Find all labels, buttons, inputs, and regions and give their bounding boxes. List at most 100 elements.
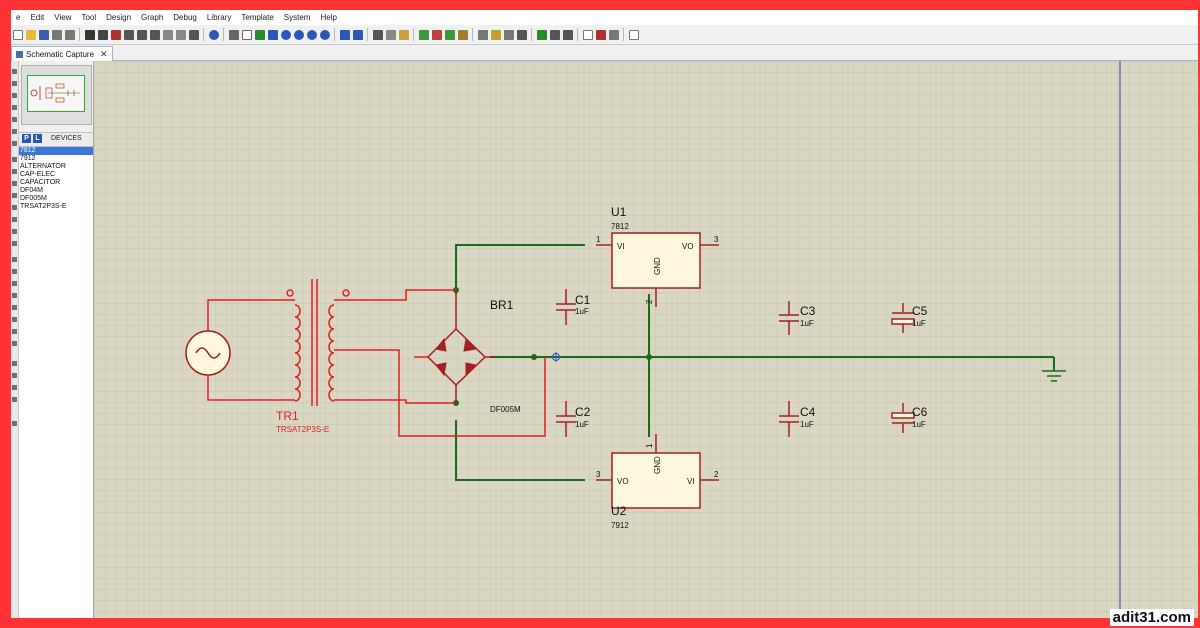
3d-icon[interactable] <box>136 29 147 40</box>
schematic-icon[interactable] <box>97 29 108 40</box>
generator-mode-icon[interactable] <box>12 205 17 210</box>
device-item[interactable]: 7912 <box>19 155 93 163</box>
voltage-probe-icon[interactable] <box>12 217 17 222</box>
mirror-x-icon[interactable] <box>12 385 17 390</box>
path-mode-icon[interactable] <box>12 305 17 310</box>
pcb-icon[interactable] <box>110 29 121 40</box>
pick-device-icon[interactable] <box>477 29 488 40</box>
save-icon[interactable] <box>38 29 49 40</box>
menu-file[interactable]: e <box>11 13 25 22</box>
import-icon[interactable] <box>51 29 62 40</box>
remove-sheet-icon[interactable] <box>595 29 606 40</box>
schematic-canvas[interactable]: U1 7812 VI VO GND 1 3 2 U2 7912 VO VI GN… <box>94 61 1198 618</box>
text-script-mode-icon[interactable] <box>12 117 17 122</box>
menu-edit[interactable]: Edit <box>25 13 49 22</box>
design-explorer-icon[interactable] <box>628 29 639 40</box>
menu-system[interactable]: System <box>279 13 316 22</box>
device-pins-mode-icon[interactable] <box>12 169 17 174</box>
packaging-icon[interactable] <box>503 29 514 40</box>
new-sheet-icon[interactable] <box>582 29 593 40</box>
menu-help[interactable]: Help <box>315 13 341 22</box>
menu-template[interactable]: Template <box>236 13 278 22</box>
buses-mode-icon[interactable] <box>12 129 17 134</box>
device-item[interactable]: DF04M <box>19 187 93 195</box>
overview-viewport[interactable] <box>27 75 85 112</box>
device-list[interactable]: 7812 7912 ALTERNATOR CAP-ELEC CAPACITOR … <box>19 147 93 617</box>
make-device-icon[interactable] <box>490 29 501 40</box>
source-icon[interactable] <box>162 29 173 40</box>
bom-icon[interactable] <box>149 29 160 40</box>
property-tool-icon[interactable] <box>562 29 573 40</box>
rotate-ccw-icon[interactable] <box>12 373 17 378</box>
home-icon[interactable] <box>84 29 95 40</box>
device-item[interactable]: TRSAT2P3S-E <box>19 203 93 211</box>
device-item[interactable]: CAPACITOR <box>19 179 93 187</box>
schematic-drawing[interactable]: U1 7812 VI VO GND 1 3 2 U2 7912 VO VI GN… <box>94 61 1198 618</box>
new-icon[interactable] <box>12 29 23 40</box>
junction-mode-icon[interactable] <box>12 93 17 98</box>
origin-icon[interactable] <box>254 29 265 40</box>
netlist-icon[interactable] <box>175 29 186 40</box>
pick-devices-button[interactable]: P <box>22 134 31 143</box>
redo-icon[interactable] <box>352 29 363 40</box>
menu-tool[interactable]: Tool <box>76 13 101 22</box>
mirror-y-icon[interactable] <box>12 397 17 402</box>
wire-label-mode-icon[interactable] <box>12 105 17 110</box>
virtual-instruments-icon[interactable] <box>12 241 17 246</box>
device-item[interactable]: 7812 <box>19 147 93 155</box>
export-icon[interactable] <box>64 29 75 40</box>
close-icon[interactable]: ✕ <box>100 49 108 60</box>
arc-mode-icon[interactable] <box>12 293 17 298</box>
subcircuit-mode-icon[interactable] <box>12 141 17 146</box>
refresh-icon[interactable] <box>228 29 239 40</box>
device-item[interactable]: ALTERNATOR <box>19 163 93 171</box>
library-manager-button[interactable]: L <box>33 134 42 143</box>
zoom-all-icon[interactable] <box>306 29 317 40</box>
selection-mode-icon[interactable] <box>12 69 17 74</box>
symbol-mode-icon[interactable] <box>12 329 17 334</box>
code-icon[interactable] <box>188 29 199 40</box>
decompose-icon[interactable] <box>516 29 527 40</box>
menu-library[interactable]: Library <box>202 13 236 22</box>
device-item[interactable]: DF005M <box>19 195 93 203</box>
help-icon[interactable] <box>208 29 219 40</box>
block-copy-icon[interactable] <box>418 29 429 40</box>
zoom-area-icon[interactable] <box>319 29 330 40</box>
grid-icon[interactable] <box>241 29 252 40</box>
wire-autorouter-icon[interactable] <box>536 29 547 40</box>
zoom-out-icon[interactable] <box>293 29 304 40</box>
tab-schematic-capture[interactable]: Schematic Capture ✕ <box>11 46 113 61</box>
open-icon[interactable] <box>25 29 36 40</box>
undo-icon[interactable] <box>339 29 350 40</box>
cut-icon[interactable] <box>372 29 383 40</box>
block-move-icon[interactable] <box>431 29 442 40</box>
zoom-in-icon[interactable] <box>280 29 291 40</box>
menu-graph[interactable]: Graph <box>136 13 168 22</box>
overview-window[interactable] <box>21 65 92 125</box>
exit-sheet-icon[interactable] <box>608 29 619 40</box>
graph-mode-icon[interactable] <box>12 181 17 186</box>
play-icon[interactable] <box>12 421 17 426</box>
text-mode-icon[interactable] <box>12 317 17 322</box>
marker-mode-icon[interactable] <box>12 341 17 346</box>
gerber-icon[interactable] <box>123 29 134 40</box>
copy-icon[interactable] <box>385 29 396 40</box>
block-rotate-icon[interactable] <box>444 29 455 40</box>
device-item[interactable]: CAP-ELEC <box>19 171 93 179</box>
paste-icon[interactable] <box>398 29 409 40</box>
component-mode-icon[interactable] <box>12 81 17 86</box>
ac-source-icon[interactable] <box>185 330 231 376</box>
box-mode-icon[interactable] <box>12 269 17 274</box>
tape-recorder-mode-icon[interactable] <box>12 193 17 198</box>
rotate-cw-icon[interactable] <box>12 361 17 366</box>
block-delete-icon[interactable] <box>457 29 468 40</box>
current-probe-icon[interactable] <box>12 229 17 234</box>
terminals-mode-icon[interactable] <box>12 157 17 162</box>
menu-debug[interactable]: Debug <box>168 13 202 22</box>
pan-icon[interactable] <box>267 29 278 40</box>
line-mode-icon[interactable] <box>12 257 17 262</box>
menu-design[interactable]: Design <box>101 13 136 22</box>
circle-mode-icon[interactable] <box>12 281 17 286</box>
search-icon[interactable] <box>549 29 560 40</box>
menu-view[interactable]: View <box>49 13 76 22</box>
